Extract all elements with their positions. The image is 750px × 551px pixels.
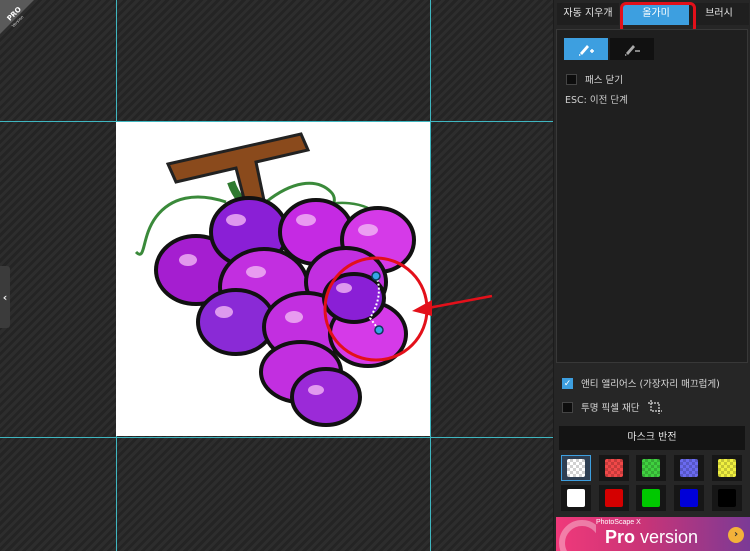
lasso-anchor-point[interactable] <box>374 325 384 335</box>
lasso-anchor-point[interactable] <box>371 271 381 281</box>
swatch-black[interactable] <box>712 485 742 511</box>
swatch-green-checker[interactable] <box>636 455 666 481</box>
white-chip <box>567 489 585 507</box>
swatch-transparent[interactable] <box>561 455 591 481</box>
arrow-head <box>412 300 432 316</box>
close-path-label: 패스 닫기 <box>585 75 623 86</box>
tab-brush[interactable]: 브러시 <box>689 3 749 25</box>
close-path-checkbox[interactable] <box>566 73 577 85</box>
ad-headline: Pro version <box>605 527 698 548</box>
photoscape-logo-icon <box>559 520 596 551</box>
green-checker-chip <box>642 459 660 477</box>
swatch-white[interactable] <box>561 485 591 511</box>
lasso-subtract-mode-button[interactable] <box>610 38 654 60</box>
lasso-options-box: 패스 닫기 ESC: 이전 단계 <box>556 29 748 363</box>
tab-auto-eraser[interactable]: 자동 지우개 <box>557 3 619 25</box>
blue-chip <box>680 489 698 507</box>
crop-transparent-label: 투명 픽셀 재단 <box>581 403 640 414</box>
invert-mask-button[interactable]: 마스크 반전 <box>559 426 745 450</box>
red-checker-chip <box>605 459 623 477</box>
swatch-red[interactable] <box>599 485 629 511</box>
antialias-label: 앤티 앨리어스 (가장자리 매끄럽게) <box>581 379 720 390</box>
crop-transparent-option[interactable]: 투명 픽셀 재단 <box>562 399 663 415</box>
swatch-green[interactable] <box>636 485 666 511</box>
swatch-blue-checker[interactable] <box>674 455 704 481</box>
red-chip <box>605 489 623 507</box>
crop-icon[interactable] <box>647 399 663 415</box>
ad-brand-text: PhotoScape X <box>596 519 641 526</box>
green-chip <box>642 489 660 507</box>
crop-transparent-checkbox[interactable] <box>562 401 573 413</box>
antialias-option[interactable]: ✓ 앤티 앨리어스 (가장자리 매끄럽게) <box>562 376 720 390</box>
esc-hint: ESC: 이전 단계 <box>565 95 628 106</box>
antialias-checkbox[interactable]: ✓ <box>562 377 573 389</box>
transparent-checker-chip <box>567 459 585 477</box>
lasso-add-mode-button[interactable] <box>564 38 608 60</box>
lasso-path <box>368 275 380 331</box>
close-path-option[interactable]: 패스 닫기 <box>566 72 623 86</box>
brush-add-icon <box>579 45 594 56</box>
swatch-blue[interactable] <box>674 485 704 511</box>
yellow-checker-chip <box>718 459 736 477</box>
pro-version-ad-banner[interactable]: PhotoScape X Pro version › <box>556 517 750 551</box>
arrow-line <box>427 294 493 310</box>
ad-headline-rest: version <box>635 527 699 547</box>
black-chip <box>718 489 736 507</box>
brush-subtract-icon <box>625 45 640 56</box>
blue-checker-chip <box>680 459 698 477</box>
ad-arrow-icon[interactable]: › <box>728 527 744 543</box>
swatch-red-checker[interactable] <box>599 455 629 481</box>
ad-headline-strong: Pro <box>605 527 636 547</box>
swatch-yellow-checker[interactable] <box>712 455 742 481</box>
